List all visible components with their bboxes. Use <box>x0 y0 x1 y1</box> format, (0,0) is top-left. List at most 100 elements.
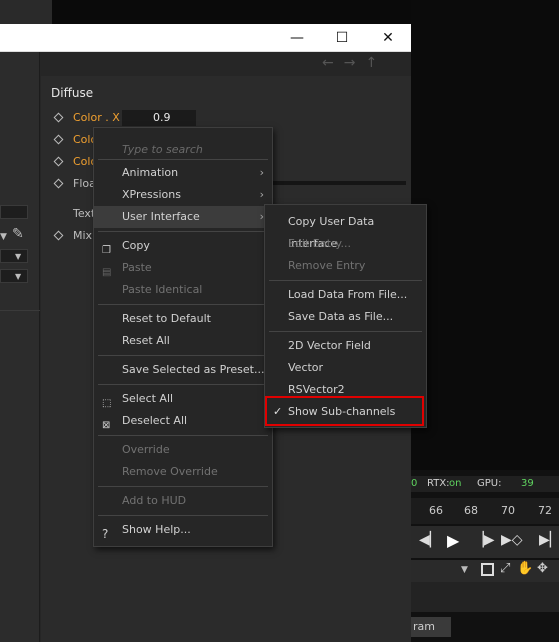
menu-item-label: User Interface <box>122 210 200 223</box>
submenu-item-2d-vector-field[interactable]: 2D Vector Field <box>265 335 426 357</box>
submenu-item-load-data[interactable]: Load Data From File... <box>265 284 426 306</box>
prop-label-texture: Text <box>73 207 96 220</box>
close-button[interactable]: ✕ <box>365 24 411 52</box>
back-arrow-icon[interactable]: ← <box>322 55 344 71</box>
chevron-right-icon: › <box>259 188 264 201</box>
go-to-end-icon[interactable]: ▶▏ <box>539 532 559 548</box>
menu-item-label: Remove Override <box>122 465 218 478</box>
menu-item-label: Add to HUD <box>122 494 187 507</box>
step-forward-icon[interactable]: ▕▶ <box>473 532 495 548</box>
menu-item-label: Reset All <box>122 334 170 347</box>
chevron-down-icon: ▼ <box>15 272 22 281</box>
nav-arrows: ←→↑ <box>322 55 402 71</box>
copy-icon: ❐ <box>102 245 111 256</box>
menu-item-label: Copy <box>122 239 150 252</box>
prop-label-color-x: Color . X <box>73 111 120 124</box>
deselect-all-icon: ⊠ <box>102 420 111 431</box>
ruler-tick: 70 <box>501 504 515 517</box>
menu-item-copy[interactable]: ❐ Copy <box>94 235 272 257</box>
menu-item-remove-override[interactable]: Remove Override <box>94 461 272 483</box>
menu-item-override[interactable]: Override <box>94 439 272 461</box>
section-title: Diffuse <box>51 86 94 100</box>
float-slider[interactable] <box>270 181 406 185</box>
menu-separator <box>98 384 268 385</box>
menu-item-label: Paste <box>122 261 152 274</box>
chevron-right-icon: › <box>259 166 264 179</box>
left-dropdown-2[interactable] <box>0 269 28 283</box>
left-field[interactable] <box>0 205 28 219</box>
timeline-track-area <box>411 582 559 612</box>
hand-icon[interactable]: ✋ <box>517 561 533 576</box>
forward-arrow-icon[interactable]: → <box>344 55 366 71</box>
highlight-annotation-box <box>265 396 424 426</box>
menu-item-label: Edit Entry... <box>288 237 351 250</box>
menu-item-animation[interactable]: Animation › <box>94 162 272 184</box>
menu-separator <box>269 331 422 332</box>
left-side-panel <box>0 52 40 642</box>
submenu-item-edit-entry[interactable]: Edit Entry... <box>265 233 426 255</box>
menu-item-xpressions[interactable]: XPressions › <box>94 184 272 206</box>
menu-item-select-all[interactable]: ⬚ Select All <box>94 388 272 410</box>
menu-item-label: Select All <box>122 392 174 405</box>
submenu-item-vector[interactable]: Vector <box>265 357 426 379</box>
menu-item-save-preset[interactable]: Save Selected as Preset... <box>94 359 272 381</box>
viewport-right <box>411 0 559 470</box>
minimize-button[interactable]: — <box>274 24 320 52</box>
chevron-down-icon: ▼ <box>15 252 22 261</box>
gpu-label: GPU: <box>477 478 502 489</box>
ruler-tick: 72 <box>538 504 552 517</box>
paste-icon: ▤ <box>102 267 112 278</box>
play-icon[interactable]: ▶ <box>447 531 459 550</box>
close-icon: ✕ <box>382 30 394 46</box>
menu-separator <box>269 280 422 281</box>
submenu-item-copy-ud-interface[interactable]: Copy User Data Interface <box>265 211 426 250</box>
timeline-ruler[interactable]: 66 68 70 72 <box>411 498 559 524</box>
left-dropdown-1[interactable] <box>0 249 28 263</box>
frame-fragment: 0 <box>411 478 418 489</box>
expand-icon[interactable]: ⤢ <box>500 561 510 576</box>
submenu-item-save-data[interactable]: Save Data as File... <box>265 306 426 328</box>
menu-item-reset-all[interactable]: Reset All <box>94 330 272 352</box>
rtx-label: RTX: <box>427 478 450 489</box>
menu-item-show-help[interactable]: ? Show Help... <box>94 519 272 541</box>
select-all-icon: ⬚ <box>102 398 112 409</box>
step-back-icon[interactable]: ◀▏ <box>419 532 441 548</box>
menu-separator <box>98 159 268 160</box>
menu-item-label: Show Help... <box>122 523 191 536</box>
menu-item-add-to-hud[interactable]: Add to HUD <box>94 490 272 512</box>
chevron-down-icon[interactable]: ▼ <box>0 232 7 242</box>
program-tab[interactable]: ram <box>411 617 451 637</box>
menu-search-field[interactable]: Type to search <box>94 134 272 156</box>
menu-item-label: Override <box>122 443 170 456</box>
divider <box>0 310 40 311</box>
menu-separator <box>98 231 268 232</box>
menu-item-label: Vector <box>288 361 324 374</box>
menu-item-deselect-all[interactable]: ⊠ Deselect All <box>94 410 272 432</box>
chevron-down-icon[interactable]: ▼ <box>461 565 468 575</box>
rtx-value: on <box>449 478 462 489</box>
menu-item-label: Remove Entry <box>288 259 366 272</box>
menu-item-label: Reset to Default <box>122 312 211 325</box>
menu-item-label: Paste Identical <box>122 283 203 296</box>
move-icon[interactable]: ✥ <box>537 561 548 576</box>
next-key-icon[interactable]: ▶◇ <box>501 532 523 548</box>
frame-icon[interactable] <box>481 563 494 576</box>
top-left-panel <box>0 0 52 24</box>
color-x-field[interactable]: 0.9 <box>122 110 196 126</box>
up-arrow-icon[interactable]: ↑ <box>365 55 387 71</box>
submenu-item-remove-entry[interactable]: Remove Entry <box>265 255 426 277</box>
menu-item-label: Save Selected as Preset... <box>122 363 265 376</box>
menu-item-reset-to-default[interactable]: Reset to Default <box>94 308 272 330</box>
eyedropper-icon[interactable]: ✎ <box>12 226 24 242</box>
menu-item-paste[interactable]: ▤ Paste <box>94 257 272 279</box>
menu-item-paste-identical[interactable]: Paste Identical <box>94 279 272 301</box>
maximize-button[interactable]: ☐ <box>319 24 365 52</box>
menu-item-label: Deselect All <box>122 414 188 427</box>
menu-item-label: Load Data From File... <box>288 288 408 301</box>
context-menu: Type to search Animation › XPressions › … <box>93 127 273 547</box>
menu-item-user-interface[interactable]: User Interface › <box>94 206 272 228</box>
prop-label-mix: Mix <box>73 229 93 242</box>
minimize-icon: — <box>290 30 304 46</box>
menu-separator <box>98 515 268 516</box>
playback-controls: ◀▏ ▶ ▕▶ ▶◇ ▶▏ <box>411 526 559 558</box>
